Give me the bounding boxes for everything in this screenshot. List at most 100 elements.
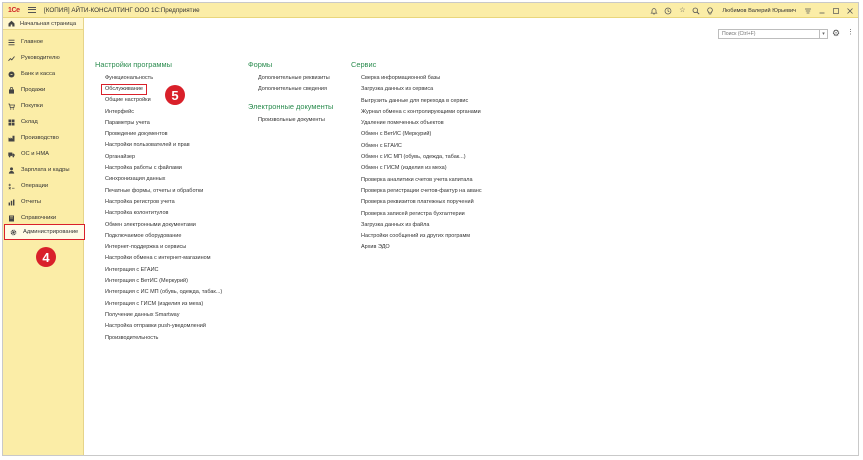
link-vetis-exchange[interactable]: Обмен с ВетИС (Меркурий) <box>351 129 482 140</box>
link-capital-check[interactable]: Проверка аналитики счетов учета капитала <box>351 175 482 186</box>
sidebar-item-main[interactable]: Главное <box>3 35 84 49</box>
link-exchange-journal[interactable]: Журнал обмена с контролирующими органами <box>351 107 482 118</box>
link-additional-attributes[interactable]: Дополнительные реквизиты <box>248 73 333 84</box>
sidebar-item-administration[interactable]: Администрирование <box>4 224 85 240</box>
sidebar-item-label: Производство <box>21 135 59 141</box>
close-icon[interactable] <box>846 7 854 15</box>
sidebar-item-production[interactable]: Производство <box>3 131 84 145</box>
operations-icon <box>8 183 15 190</box>
search-box[interactable] <box>718 29 820 39</box>
cart-icon <box>8 103 15 110</box>
link-general-settings[interactable]: Общие настройки <box>95 95 222 106</box>
link-additional-info[interactable]: Дополнительные сведения <box>248 84 333 95</box>
link-edoc-exchange[interactable]: Обмен электронными документами <box>95 220 222 231</box>
window-title: [КОПИЯ] АЙТИ-КОНСАЛТИНГ ООО 1С:Предприят… <box>44 6 200 14</box>
settings-column: Настройки программы Функциональность Обс… <box>95 60 222 344</box>
link-load-from-file[interactable]: Загрузка данных из файла <box>351 220 482 231</box>
section-title-forms: Формы <box>248 60 273 69</box>
link-payment-check[interactable]: Проверка реквизитов платежных поручений <box>351 197 482 208</box>
sidebar-item-sales[interactable]: Продажи <box>3 83 84 97</box>
service-column: Сервис Сверка информационной базы Загруз… <box>351 60 482 254</box>
service-links: Сверка информационной базы Загрузка данн… <box>351 73 482 254</box>
link-eshop-exchange[interactable]: Настройки обмена с интернет-магазином <box>95 253 222 264</box>
maximize-icon[interactable] <box>832 7 840 15</box>
sidebar-item-warehouse[interactable]: Склад <box>3 115 84 129</box>
star-icon[interactable]: ☆ <box>678 7 686 15</box>
link-smartway[interactable]: Получение данных Smartway <box>95 310 222 321</box>
link-headers-footers[interactable]: Настройка колонтитулов <box>95 208 222 219</box>
home-icon <box>8 20 15 27</box>
book-icon <box>8 215 15 222</box>
link-load-from-service[interactable]: Загрузка данных из сервиса <box>351 84 482 95</box>
link-print-forms[interactable]: Печатные формы, отчеты и обработки <box>95 186 222 197</box>
home-page-label: Начальная страница <box>20 20 77 27</box>
link-internet-support[interactable]: Интернет-поддержка и сервисы <box>95 242 222 253</box>
sidebar-item-fixed-assets[interactable]: ОС и НМА <box>3 147 84 161</box>
sidebar-item-label: Операции <box>21 183 49 189</box>
link-egais-exchange[interactable]: Обмен с ЕГАИС <box>351 141 482 152</box>
link-messages-settings[interactable]: Настройки сообщений из других программ <box>351 231 482 242</box>
sidebar-item-reports[interactable]: Отчеты <box>3 195 84 209</box>
step-badge-5: 5 <box>165 85 185 105</box>
1c-logo: 1Сe <box>8 6 22 15</box>
sidebar-item-label: Отчеты <box>21 199 42 205</box>
sidebar-item-label: Зарплата и кадры <box>21 167 70 173</box>
history-icon[interactable] <box>664 7 672 15</box>
link-db-reconcile[interactable]: Сверка информационной базы <box>351 73 482 84</box>
person-icon <box>8 166 15 174</box>
link-gism-integration[interactable]: Интеграция с ГИСМ (изделия из меха) <box>95 299 222 310</box>
link-push-settings[interactable]: Настройка отправки push-уведомлений <box>95 321 222 332</box>
link-vetis-integration[interactable]: Интеграция с ВетИС (Меркурий) <box>95 276 222 287</box>
minimize-icon[interactable] <box>818 7 826 15</box>
link-invoice-check[interactable]: Проверка регистрации счетов-фактур на ав… <box>351 186 482 197</box>
sidebar-item-label: ОС и НМА <box>21 151 50 157</box>
settings-lines-icon[interactable] <box>804 7 812 15</box>
search-icon[interactable] <box>692 7 700 15</box>
coin-icon <box>8 71 15 78</box>
link-document-posting[interactable]: Проведение документов <box>95 129 222 140</box>
sidebar-item-salary[interactable]: Зарплата и кадры <box>3 163 84 177</box>
link-performance[interactable]: Производительность <box>95 333 222 344</box>
link-equipment[interactable]: Подключаемое оборудование <box>95 231 222 242</box>
truck-icon <box>8 151 15 158</box>
gear-icon <box>10 229 17 236</box>
sidebar-item-catalogs[interactable]: Справочники <box>3 211 84 225</box>
sidebar-item-operations[interactable]: Операции <box>3 179 84 193</box>
search-dropdown-icon[interactable]: ▾ <box>820 29 828 39</box>
home-page-link[interactable]: Начальная страница <box>3 18 83 30</box>
link-export-to-service[interactable]: Выгрузить данные для перехода в сервис <box>351 96 482 107</box>
link-ismp-integration[interactable]: Интеграция с ИС МП (обувь, одежда, табак… <box>95 287 222 298</box>
link-maintenance[interactable]: Обслуживание <box>101 84 147 96</box>
user-name[interactable]: Любимов Валерий Юрьевич <box>722 8 796 14</box>
link-registers-settings[interactable]: Настройка регистров учета <box>95 197 222 208</box>
sidebar-item-label: Продажи <box>21 87 46 93</box>
link-interface[interactable]: Интерфейс <box>95 107 222 118</box>
gear-icon[interactable]: ⚙ <box>832 28 840 39</box>
sidebar-item-label: Склад <box>21 119 38 125</box>
sidebar-item-purchases[interactable]: Покупки <box>3 99 84 113</box>
link-data-sync[interactable]: Синхронизация данных <box>95 174 222 185</box>
link-arbitrary-docs[interactable]: Произвольные документы <box>248 115 333 126</box>
link-edo-archive[interactable]: Архив ЭДО <box>351 242 482 253</box>
link-ismp-exchange[interactable]: Обмен с ИС МП (обувь, одежда, табак...) <box>351 152 482 163</box>
link-users-rights[interactable]: Настройки пользователей и прав <box>95 140 222 151</box>
link-delete-marked[interactable]: Удаление помеченных объектов <box>351 118 482 129</box>
bulb-icon[interactable] <box>706 6 714 15</box>
warehouse-icon <box>8 119 15 126</box>
link-register-check[interactable]: Проверка записей регистра бухгалтерии <box>351 209 482 220</box>
more-icon[interactable]: ⋮ <box>847 28 854 36</box>
factory-icon <box>8 135 15 142</box>
link-functionality[interactable]: Функциональность <box>95 73 222 84</box>
main-menu-icon[interactable] <box>28 6 36 14</box>
link-gism-exchange[interactable]: Обмен с ГИСМ (изделия из меха) <box>351 163 482 174</box>
search-input[interactable] <box>722 31 812 37</box>
link-files-settings[interactable]: Настройка работы с файлами <box>95 163 222 174</box>
title-bar: 1Сe [КОПИЯ] АЙТИ-КОНСАЛТИНГ ООО 1С:Предп… <box>3 3 858 18</box>
bell-icon[interactable] <box>650 7 658 15</box>
sidebar-item-manager[interactable]: Руководителю <box>3 51 84 65</box>
link-egais-integration[interactable]: Интеграция с ЕГАИС <box>95 265 222 276</box>
sidebar-item-label: Покупки <box>21 103 43 109</box>
sidebar-item-bank[interactable]: Банк и касса <box>3 67 84 81</box>
link-organizer[interactable]: Органайзер <box>95 152 222 163</box>
link-accounting-params[interactable]: Параметры учета <box>95 118 222 129</box>
